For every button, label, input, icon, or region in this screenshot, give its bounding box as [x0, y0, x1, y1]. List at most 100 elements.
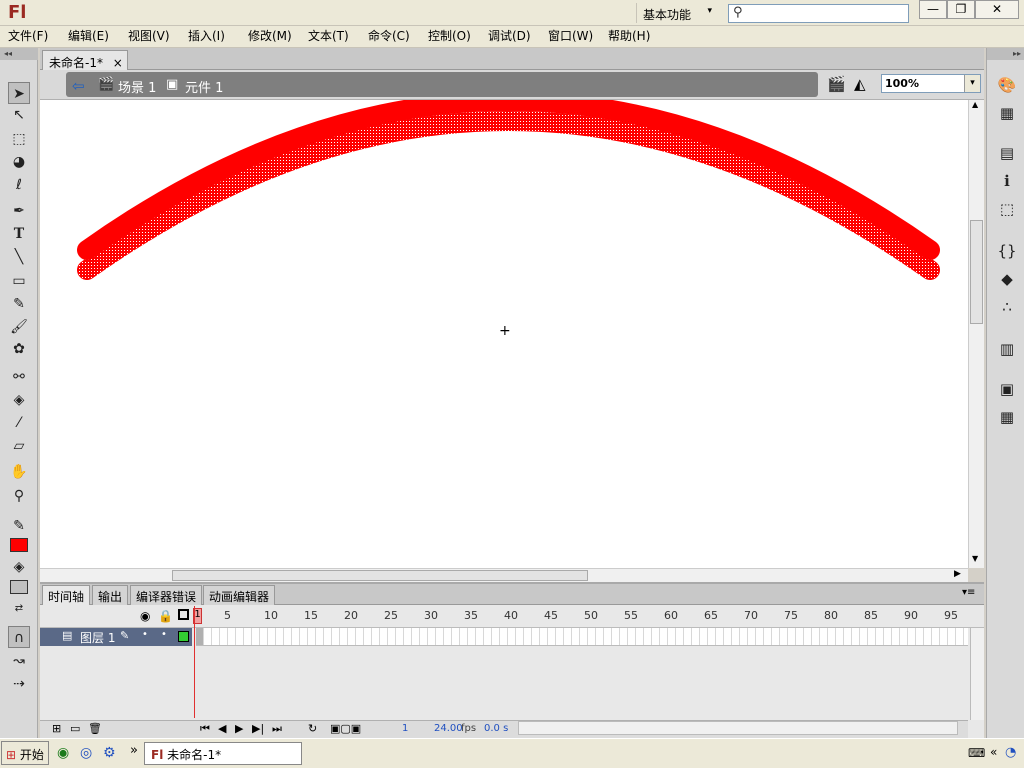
play-icon[interactable]: ▶ — [235, 722, 243, 735]
motion-presets-icon[interactable]: ∴ — [996, 296, 1018, 318]
straighten-icon[interactable]: ⇢ — [8, 673, 30, 695]
overflow-chevron-icon[interactable]: » — [130, 743, 138, 758]
timeline-hscroll[interactable] — [518, 721, 958, 735]
code-snippets-icon[interactable]: {} — [996, 240, 1018, 262]
keyboard-icon[interactable]: ⌨ — [968, 746, 985, 760]
minimize-button[interactable]: — — [919, 0, 947, 19]
properties-panel-icon[interactable]: ▦ — [996, 406, 1018, 428]
restore-button[interactable]: ❐ — [947, 0, 975, 19]
help-search-input[interactable]: ⚲ — [728, 4, 909, 23]
outline-icon[interactable] — [178, 609, 189, 620]
menu-insert[interactable]: 插入(I) — [188, 26, 225, 46]
chrome-icon[interactable]: ◉ — [57, 745, 69, 761]
timeline-vscroll[interactable] — [970, 628, 984, 720]
menu-help[interactable]: 帮助(H) — [608, 26, 650, 46]
color-panel-icon[interactable]: 🎨 — [996, 74, 1018, 96]
menu-view[interactable]: 视图(V) — [128, 26, 170, 46]
chevron-down-icon[interactable]: ▾ — [964, 75, 980, 92]
close-tab-icon[interactable]: × — [113, 56, 123, 70]
hand-tool-icon[interactable]: ✋ — [8, 461, 30, 483]
tab-motion-editor[interactable]: 动画编辑器 — [203, 585, 276, 605]
menu-commands[interactable]: 命令(C) — [368, 26, 410, 46]
menu-text[interactable]: 文本(T) — [308, 26, 349, 46]
transform-panel-icon[interactable]: ⬚ — [996, 198, 1018, 220]
network-icon[interactable]: ◔ — [1005, 745, 1016, 760]
scroll-up-icon[interactable]: ▲ — [972, 100, 978, 109]
menu-control[interactable]: 控制(O) — [428, 26, 471, 46]
brush-tool-icon[interactable]: 🖌 — [8, 316, 30, 338]
close-button[interactable]: ✕ — [975, 0, 1019, 19]
3d-rotation-tool-icon[interactable]: ◕ — [8, 151, 30, 173]
snap-to-objects-icon[interactable]: ∩ — [8, 626, 30, 648]
paint-bucket-tool-icon[interactable]: ◈ — [8, 389, 30, 411]
eraser-tool-icon[interactable]: ▱ — [8, 435, 30, 457]
align-panel-icon[interactable]: ▤ — [996, 142, 1018, 164]
fps-readout[interactable]: 24.00 — [434, 723, 463, 734]
pen-tool-icon[interactable]: ✒ — [8, 200, 30, 222]
tab-output[interactable]: 输出 — [92, 585, 129, 605]
frame-ruler[interactable]: ◉ 🔒 1 5 10 15 20 25 30 35 40 45 50 55 60… — [40, 606, 984, 628]
menu-file[interactable]: 文件(F) — [8, 26, 48, 46]
fill-color-icon[interactable]: ◈ — [8, 556, 30, 578]
layer-row[interactable]: ▤ 图层 1 ✎ • • — [40, 628, 192, 646]
browser-icon[interactable]: ◎ — [80, 745, 92, 761]
visibility-dot[interactable]: • — [142, 629, 148, 640]
prev-frame-icon[interactable]: ◀ — [218, 722, 226, 735]
vertical-scroll-thumb[interactable] — [970, 220, 983, 324]
swap-colors-icon[interactable]: ⇄ — [8, 598, 30, 620]
stage-canvas[interactable]: + — [40, 100, 968, 568]
stroke-color-swatch[interactable] — [10, 538, 28, 552]
panel-menu-icon[interactable]: ▾≡ — [962, 587, 975, 598]
new-layer-icon[interactable]: ⊞ — [52, 722, 61, 735]
menu-edit[interactable]: 编辑(E) — [68, 26, 109, 46]
edit-symbols-icon[interactable]: ◭ — [854, 75, 866, 93]
new-folder-icon[interactable]: ▭ — [70, 722, 80, 735]
eyedropper-tool-icon[interactable]: ⁄ — [8, 412, 30, 434]
collapse-icon[interactable]: ◂◂ — [0, 48, 38, 60]
deco-tool-icon[interactable]: ✿ — [8, 338, 30, 360]
text-tool-icon[interactable]: T — [8, 223, 30, 245]
settings-icon[interactable]: ⚙ — [103, 745, 116, 761]
breadcrumb-scene[interactable]: 场景 1 — [118, 77, 156, 96]
start-button[interactable]: ⊞ 开始 — [1, 741, 49, 765]
project-panel-icon[interactable]: ▣ — [996, 378, 1018, 400]
breadcrumb-symbol[interactable]: 元件 1 — [185, 77, 223, 96]
tray-expand-icon[interactable]: « — [990, 745, 997, 759]
smooth-icon[interactable]: ↝ — [8, 650, 30, 672]
stroke-color-icon[interactable]: ✎ — [8, 515, 30, 537]
zoom-select[interactable]: 100% ▾ — [881, 74, 981, 93]
info-panel-icon[interactable]: ℹ — [996, 170, 1018, 192]
components-panel-icon[interactable]: ◆ — [996, 268, 1018, 290]
lock-dot[interactable]: • — [161, 629, 167, 640]
arc-shadow-stroke[interactable] — [77, 111, 940, 280]
fill-color-swatch[interactable] — [10, 580, 28, 594]
menu-modify[interactable]: 修改(M) — [248, 26, 292, 46]
pencil-tool-icon[interactable]: ✎ — [8, 293, 30, 315]
playhead[interactable] — [194, 606, 202, 718]
document-tab[interactable]: 未命名-1* × — [42, 50, 128, 70]
last-frame-icon[interactable]: ⏭ — [272, 722, 282, 736]
lock-icon[interactable]: 🔒 — [158, 609, 173, 623]
tab-compiler-errors[interactable]: 编译器错误 — [130, 585, 203, 605]
outline-color-swatch[interactable] — [178, 631, 189, 642]
free-transform-tool-icon[interactable]: ⬚ — [8, 128, 30, 150]
tab-timeline[interactable]: 时间轴 — [42, 585, 91, 605]
bone-tool-icon[interactable]: ⚯ — [8, 366, 30, 388]
line-tool-icon[interactable]: ╲ — [8, 246, 30, 268]
vertical-scrollbar[interactable]: ▲ ▼ — [968, 100, 984, 568]
scroll-right-icon[interactable]: ▶ — [954, 569, 961, 579]
horizontal-scrollbar[interactable]: ▶ — [40, 568, 968, 582]
workspace-switcher[interactable]: 基本功能 — [636, 3, 718, 23]
delete-layer-icon[interactable]: 🗑 — [88, 722, 102, 735]
expand-icon[interactable]: ▸▸ — [987, 48, 1024, 60]
lasso-tool-icon[interactable]: ℓ — [8, 174, 30, 196]
next-frame-icon[interactable]: ▶| — [252, 722, 264, 735]
onion-skin-icon[interactable]: ▣▢▣ — [330, 722, 361, 735]
back-arrow-icon[interactable]: ⇦ — [72, 77, 85, 95]
eye-icon[interactable]: ◉ — [140, 609, 150, 623]
loop-icon[interactable]: ↻ — [308, 722, 317, 735]
menu-window[interactable]: 窗口(W) — [548, 26, 593, 46]
zoom-tool-icon[interactable]: ⚲ — [8, 485, 30, 507]
rectangle-tool-icon[interactable]: ▭ — [8, 270, 30, 292]
swatches-panel-icon[interactable]: ▦ — [996, 102, 1018, 124]
